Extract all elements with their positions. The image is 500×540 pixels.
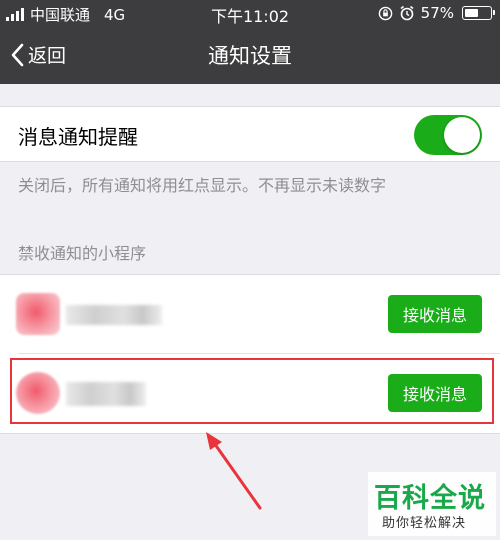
list-item: 接收消息: [0, 354, 500, 432]
watermark-sub-text: 助你轻松解决: [382, 516, 467, 531]
list-item: 接收消息: [0, 275, 500, 354]
miniprogram-avatar: [16, 372, 60, 414]
navigation-bar: 返回 通知设置: [0, 26, 500, 84]
toggle-description: 关闭后，所有通知将用红点显示。不再显示未读数字: [18, 176, 387, 195]
status-right: 57%: [378, 4, 495, 22]
miniprogram-name-blurred: [66, 305, 162, 325]
miniprogram-name-blurred: [66, 382, 146, 406]
switch-knob: [444, 117, 480, 153]
miniprogram-avatar: [16, 293, 60, 335]
battery-icon: [462, 6, 495, 20]
status-bar: 中国联通 4G 下午11:02 57%: [0, 0, 500, 26]
notification-toggle-row: 消息通知提醒: [0, 106, 500, 162]
receive-messages-button[interactable]: 接收消息: [388, 374, 482, 412]
watermark-main-text: 百科全说: [374, 483, 486, 514]
orientation-lock-icon: [378, 6, 392, 20]
alarm-icon: [400, 5, 414, 21]
page-title: 通知设置: [208, 44, 292, 68]
blocked-miniprogram-list: 接收消息 接收消息: [0, 274, 500, 434]
annotation-arrow-icon: [206, 432, 262, 510]
receive-messages-button[interactable]: 接收消息: [388, 295, 482, 333]
watermark-logo: 百科全说 助你轻松解决: [368, 472, 496, 536]
notification-toggle-label: 消息通知提醒: [18, 125, 138, 149]
battery-percent: 57%: [420, 4, 454, 22]
notification-toggle-switch[interactable]: [414, 115, 482, 155]
blocked-section-title: 禁收通知的小程序: [18, 244, 147, 263]
